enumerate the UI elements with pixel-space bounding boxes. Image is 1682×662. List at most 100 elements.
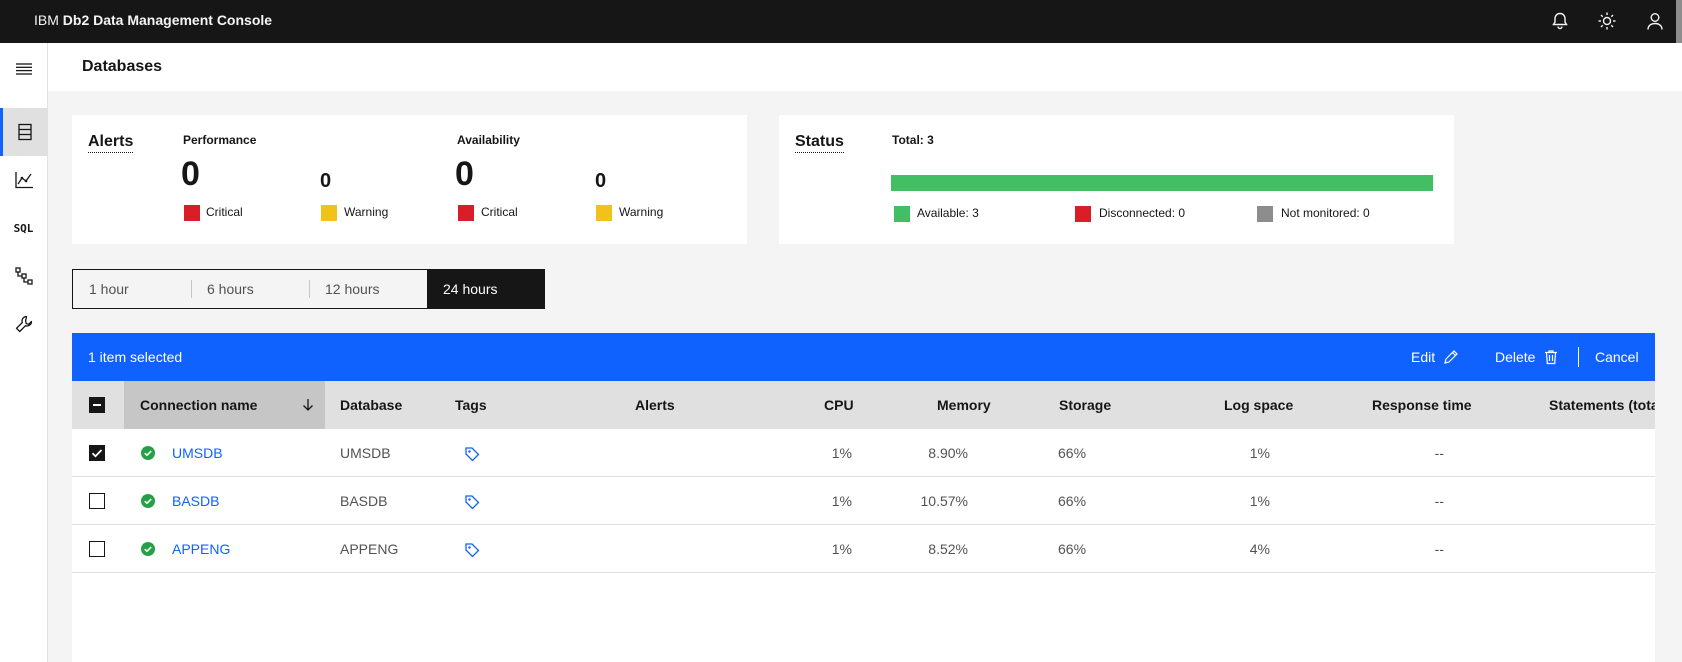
column-connection-name[interactable]: Connection name [124, 381, 325, 429]
warning-swatch [321, 205, 337, 221]
connection-name-link[interactable]: APPENG [172, 525, 230, 573]
log-space-cell: 4% [1249, 541, 1270, 557]
column-database[interactable]: Database [340, 381, 402, 429]
cpu-cell: 1% [831, 445, 852, 461]
status-card: Status Total: 3 Available: 3 Disconnecte… [779, 115, 1454, 244]
batch-separator [1578, 347, 1579, 367]
row-checkbox[interactable] [89, 541, 105, 557]
table-row[interactable]: APPENG APPENG 1% 8.52% 66% 4% -- [72, 525, 1655, 573]
performance-critical-count[interactable]: 0 [181, 155, 200, 194]
critical-swatch [184, 205, 200, 221]
column-statements[interactable]: Statements (tota [1549, 381, 1655, 429]
availability-warning-label: Warning [619, 205, 664, 219]
rail-item-explain[interactable] [0, 252, 47, 300]
log-space-cell: 1% [1249, 493, 1270, 509]
select-all-checkbox[interactable] [89, 397, 105, 413]
tag-icon[interactable] [464, 446, 480, 467]
brand-prefix: IBM [34, 12, 59, 28]
available-swatch [894, 206, 910, 222]
column-storage[interactable]: Storage [1059, 381, 1111, 429]
pencil-icon [1444, 350, 1458, 364]
theme-brightness-icon[interactable] [1595, 9, 1619, 33]
rail-item-databases[interactable] [0, 108, 47, 156]
cpu-cell: 1% [831, 493, 852, 509]
disconnected-label: Disconnected: 0 [1099, 206, 1186, 220]
tag-icon[interactable] [464, 494, 480, 515]
page-title: Databases [82, 58, 163, 75]
database-cell: APPENG [340, 541, 399, 557]
delete-button[interactable]: Delete [1495, 333, 1559, 381]
time-range-1-hour[interactable]: 1 hour [73, 270, 191, 308]
memory-cell: 10.57% [920, 493, 968, 509]
availability-critical-count[interactable]: 0 [455, 155, 474, 194]
selected-count-text: 1 item selected [88, 349, 183, 365]
wrench-icon [15, 315, 32, 333]
disconnected-swatch [1075, 206, 1091, 222]
storage-cell: 66% [1058, 541, 1087, 557]
performance-warning-count[interactable]: 0 [320, 170, 331, 193]
memory-cell: 8.52% [928, 541, 968, 557]
response-time-cell: -- [1434, 541, 1444, 557]
column-tags[interactable]: Tags [455, 381, 487, 429]
status-ok-icon [141, 494, 155, 508]
checkmark-icon [91, 449, 103, 458]
memory-cell: 8.90% [928, 445, 968, 461]
database-cell: UMSDB [340, 445, 391, 461]
storage-cell: 66% [1058, 493, 1087, 509]
edit-label: Edit [1411, 349, 1436, 365]
brand-name: Db2 Data Management Console [62, 12, 273, 28]
app-brand[interactable]: IBM Db2 Data Management Console [34, 0, 272, 40]
rail-item-monitor[interactable] [0, 156, 47, 204]
response-time-cell: -- [1434, 493, 1444, 509]
table-row[interactable]: UMSDB UMSDB 1% 8.90% 66% 1% -- [72, 429, 1655, 477]
availability-critical-label: Critical [481, 205, 518, 219]
storage-cell: 66% [1058, 445, 1087, 461]
rail-item-sql[interactable]: SQL [0, 204, 47, 252]
time-range-12-hours[interactable]: 12 hours [309, 270, 427, 308]
column-alerts[interactable]: Alerts [635, 381, 675, 429]
alerts-title[interactable]: Alerts [88, 133, 134, 153]
status-ok-icon [141, 446, 155, 460]
time-range-6-hours[interactable]: 6 hours [191, 270, 309, 308]
availability-warning-count[interactable]: 0 [595, 170, 606, 193]
log-space-cell: 1% [1249, 445, 1270, 461]
edit-button[interactable]: Edit [1411, 333, 1459, 381]
time-range-24-hours[interactable]: 24 hours [427, 270, 544, 308]
rail-item-administer[interactable] [0, 300, 47, 348]
sort-descending-icon [303, 399, 313, 411]
table-row[interactable]: BASDB BASDB 1% 10.57% 66% 1% -- [72, 477, 1655, 525]
column-connection-name-label: Connection name [140, 397, 258, 413]
critical-swatch [458, 205, 474, 221]
time-range-switcher: 1 hour 6 hours 12 hours 24 hours [72, 269, 545, 309]
status-total: Total: 3 [892, 133, 934, 147]
scrollbar[interactable] [1676, 0, 1682, 48]
cancel-button[interactable]: Cancel [1595, 333, 1639, 381]
row-checkbox[interactable] [89, 493, 105, 509]
database-icon [18, 123, 32, 141]
performance-critical-label: Critical [206, 205, 243, 219]
connection-name-link[interactable]: BASDB [172, 477, 219, 525]
menu-icon[interactable] [0, 45, 47, 93]
indeterminate-icon [93, 404, 101, 406]
connection-name-link[interactable]: UMSDB [172, 429, 223, 477]
cpu-cell: 1% [831, 541, 852, 557]
column-response-time[interactable]: Response time [1372, 381, 1472, 429]
not-monitored-label: Not monitored: 0 [1281, 206, 1370, 220]
user-profile-icon[interactable] [1643, 9, 1667, 33]
row-checkbox[interactable] [89, 445, 105, 461]
column-cpu[interactable]: CPU [824, 381, 854, 429]
column-log-space[interactable]: Log space [1224, 381, 1293, 429]
monitor-chart-icon [14, 172, 33, 189]
status-title[interactable]: Status [795, 133, 844, 153]
page-header: Databases [48, 43, 1682, 91]
side-nav-rail: SQL [0, 43, 48, 662]
not-monitored-swatch [1257, 206, 1273, 222]
performance-warning-label: Warning [344, 205, 389, 219]
hierarchy-icon [14, 267, 33, 285]
alerts-card: Alerts Performance 0 Critical 0 Warning … [72, 115, 747, 244]
status-ok-icon [141, 542, 155, 556]
column-memory[interactable]: Memory [937, 381, 991, 429]
table-header: Connection name Database Tags Alerts CPU… [72, 381, 1655, 429]
notification-icon[interactable] [1548, 9, 1572, 33]
tag-icon[interactable] [464, 542, 480, 563]
